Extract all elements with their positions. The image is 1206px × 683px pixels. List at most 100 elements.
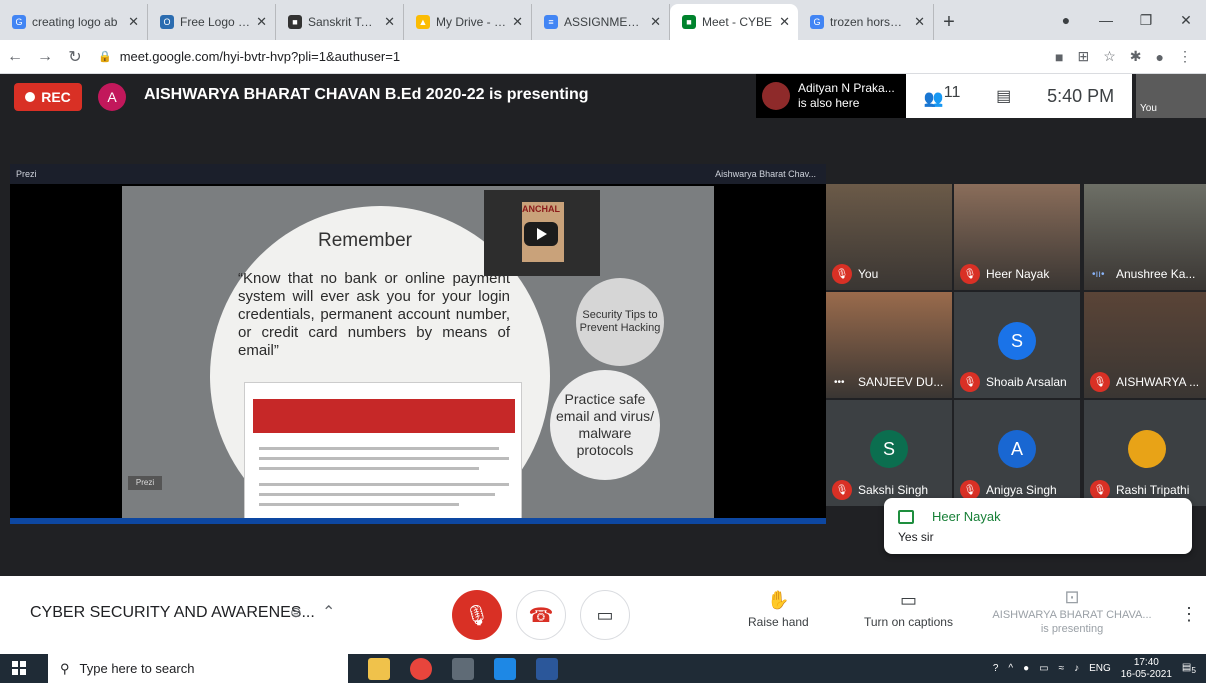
text-line — [259, 467, 479, 470]
tray-chevron-icon[interactable]: ^ — [1008, 663, 1013, 674]
raise-hand-button[interactable]: ✋ Raise hand — [748, 590, 809, 629]
participant-tile[interactable]: 🎙 You — [826, 184, 952, 290]
account-avatar[interactable]: ● — [1156, 49, 1164, 65]
embedded-video[interactable]: ANCHAL — [484, 190, 600, 276]
leave-call-button[interactable]: ☎ — [516, 590, 566, 640]
mic-icon[interactable]: ● — [1023, 663, 1029, 674]
play-icon[interactable] — [524, 222, 558, 246]
text-line — [259, 457, 509, 460]
photos-icon[interactable] — [494, 658, 516, 680]
text-line — [259, 493, 495, 496]
participant-tile[interactable]: A 🎙 Anigya Singh — [954, 400, 1080, 506]
participant-name: Sakshi Singh — [858, 483, 929, 497]
browser-menu-icon[interactable]: ⋮ — [1178, 48, 1192, 65]
windows-start-icon[interactable] — [12, 661, 26, 675]
participant-tile[interactable]: S 🎙 Sakshi Singh — [826, 400, 952, 506]
participant-tile[interactable]: ••• SANJEEV DU... — [826, 292, 952, 398]
avatar — [762, 82, 790, 110]
camera-icon[interactable]: ■ — [1055, 49, 1063, 65]
close-window-icon[interactable]: ✕ — [1166, 12, 1206, 29]
captions-button[interactable]: ▭ Turn on captions — [864, 590, 953, 629]
participant-name: AISHWARYA ... — [1116, 375, 1200, 389]
browser-tab[interactable]: ≡ ASSIGNMENT 20 ✕ — [532, 4, 670, 40]
more-options-icon[interactable]: ⋮ — [1180, 604, 1198, 625]
people-button[interactable]: 👥11 — [924, 84, 961, 108]
tab-title: Meet - CYBE — [702, 15, 773, 29]
close-tab-icon[interactable]: ✕ — [914, 14, 925, 30]
presentation-nav-bar[interactable] — [10, 518, 826, 524]
reload-icon[interactable]: ↻ — [60, 47, 90, 67]
participant-count: 11 — [943, 83, 961, 101]
mic-muted-icon: 🎙 — [1090, 372, 1110, 392]
browser-tab[interactable]: Gcreating logo ab ✕ — [0, 4, 148, 40]
warning-banner — [253, 399, 515, 433]
participant-tile[interactable]: •ıı• Anushree Ka... — [1084, 184, 1206, 290]
meeting-details-icon[interactable]: ⊜ — [290, 604, 302, 621]
bookmark-star-icon[interactable]: ☆ — [1103, 48, 1116, 65]
back-icon[interactable]: ← — [0, 48, 30, 66]
minimize-icon[interactable]: — — [1086, 12, 1126, 28]
browser-tab[interactable]: O Free Logo Maker ✕ — [148, 4, 276, 40]
extensions-icon[interactable]: ✱ — [1130, 48, 1142, 65]
chevron-up-icon[interactable]: ⌃ — [322, 602, 335, 622]
restore-icon[interactable]: ❐ — [1126, 12, 1166, 29]
participant-name: Anushree Ka... — [1116, 267, 1196, 281]
also-here-tile[interactable]: Adityan N Praka... is also here — [756, 74, 906, 118]
battery-icon[interactable]: ▭ — [1039, 663, 1048, 674]
participant-grid: 🎙 You 🎙 Heer Nayak •ıı• Anushree Ka... ••• SANJ… — [826, 184, 1206, 506]
presenting-banner: AISHWARYA BHARAT CHAVAN B.Ed 2020-22 is … — [144, 86, 589, 103]
mic-toggle-button[interactable]: 🎙 — [452, 590, 502, 640]
browser-tab[interactable]: ■ Sanskrit Texts Q ✕ — [276, 4, 404, 40]
forward-icon[interactable]: → — [30, 48, 60, 66]
file-explorer-icon[interactable] — [368, 658, 390, 680]
install-icon[interactable]: ⊞ — [1078, 48, 1090, 65]
browser-actions: ■ ⊞ ☆ ✱ ● ⋮ — [1055, 48, 1206, 65]
chat-icon — [898, 510, 914, 524]
tab-favicon-icon: O — [160, 15, 174, 29]
help-icon[interactable]: ? — [993, 663, 999, 674]
participant-tile[interactable]: 🎙 Heer Nayak — [954, 184, 1080, 290]
meet-top-tools: 👥11 ▤ 5:40 PM — [906, 74, 1132, 118]
close-tab-icon[interactable]: ✕ — [384, 14, 395, 30]
close-tab-icon[interactable]: ✕ — [128, 14, 139, 30]
more-icon[interactable]: ••• — [834, 377, 845, 388]
notifications-icon[interactable]: ▤5 — [1182, 662, 1196, 675]
url-input[interactable]: 🔒 meet.google.com/hyi-bvtr-hvp?pli=1&aut… — [98, 44, 1055, 70]
camera-toggle-button[interactable]: ▭ — [580, 590, 630, 640]
clock-time: 17:40 — [1133, 656, 1159, 668]
app-icon[interactable] — [452, 658, 474, 680]
self-view-tile[interactable]: You — [1136, 74, 1206, 118]
close-tab-icon[interactable]: ✕ — [779, 14, 790, 30]
word-icon[interactable] — [536, 658, 558, 680]
slide-screenshot — [244, 382, 522, 520]
participant-tile[interactable]: 🎙 Rashi Tripathi — [1084, 400, 1206, 506]
close-tab-icon[interactable]: ✕ — [512, 14, 523, 30]
close-tab-icon[interactable]: ✕ — [256, 14, 267, 30]
volume-icon[interactable]: ♪ — [1074, 663, 1079, 674]
slide-tip-security: Security Tips to Prevent Hacking — [576, 278, 664, 366]
profile-icon[interactable]: ● — [1046, 12, 1086, 28]
present-status[interactable]: ⊡ AISHWARYA BHARAT CHAVA... is presentin… — [988, 588, 1156, 636]
chat-notification[interactable]: Heer Nayak Yes sir — [884, 498, 1192, 554]
taskbar-search-input[interactable]: ⚲ Type here to search — [48, 654, 348, 683]
prezi-owner: Aishwarya Bharat Chav... — [715, 169, 816, 179]
participant-tile[interactable]: S 🎙 Shoaib Arsalan — [954, 292, 1080, 398]
slide: Remember “Know that no bank or online pa… — [122, 186, 714, 520]
tab-title: trozen horse viru — [830, 15, 909, 29]
browser-tab[interactable]: ▲ My Drive - Goog ✕ — [404, 4, 532, 40]
language-indicator[interactable]: ENG — [1089, 663, 1111, 674]
new-tab-button[interactable]: + — [934, 4, 964, 40]
chat-icon[interactable]: ▤ — [996, 86, 1011, 106]
meeting-title[interactable]: CYBER SECURITY AND AWARENES... — [30, 604, 315, 622]
browser-tab[interactable]: ■ Meet - CYBE ✕ — [670, 4, 798, 40]
taskbar-clock[interactable]: 17:40 16-05-2021 — [1121, 657, 1172, 681]
browser-tab[interactable]: Gtrozen horse viru ✕ — [798, 4, 934, 40]
also-here-name: Adityan N Praka... — [798, 81, 895, 95]
participant-tile[interactable]: 🎙 AISHWARYA ... — [1084, 292, 1206, 398]
wifi-icon[interactable]: ≈ — [1059, 663, 1065, 674]
chrome-icon[interactable] — [410, 658, 432, 680]
avatar: A — [998, 430, 1036, 468]
avatar: S — [998, 322, 1036, 360]
close-tab-icon[interactable]: ✕ — [650, 14, 661, 30]
notification-count: 5 — [1191, 665, 1196, 675]
